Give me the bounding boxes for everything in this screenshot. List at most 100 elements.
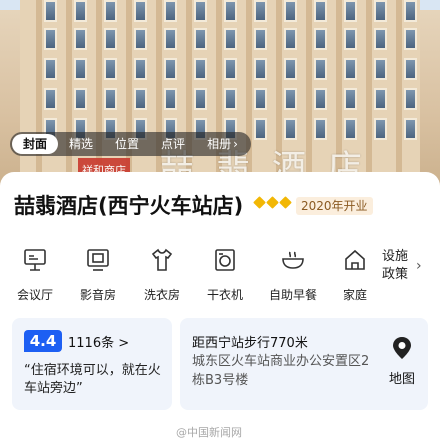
facade-column	[36, 0, 42, 200]
window	[224, 58, 237, 80]
window	[344, 28, 357, 50]
window	[404, 88, 417, 110]
window	[194, 0, 207, 22]
window	[164, 0, 177, 22]
window	[284, 28, 297, 50]
window	[344, 88, 357, 110]
window	[374, 88, 387, 110]
window	[74, 58, 87, 80]
window	[374, 118, 387, 140]
chevron-right-icon[interactable]: ›	[416, 258, 422, 274]
window	[104, 88, 117, 110]
window	[284, 0, 297, 22]
window	[314, 0, 327, 22]
map-label: 地图	[388, 372, 415, 387]
window	[134, 58, 147, 80]
amenity-label: 洗衣房	[143, 288, 180, 302]
amenity-label: 自助早餐	[268, 288, 317, 302]
window	[44, 58, 57, 80]
map-button[interactable]: 地图	[384, 336, 420, 387]
window	[164, 58, 177, 80]
amenity-laundry[interactable]: 洗衣房	[135, 242, 189, 303]
window	[314, 58, 327, 80]
tab-cover[interactable]: 封面	[12, 134, 59, 154]
family-home-icon	[328, 242, 382, 278]
window	[254, 28, 267, 50]
map-pin-icon	[393, 337, 411, 359]
tab-featured[interactable]: 精选	[58, 134, 104, 154]
dryer-icon	[198, 242, 252, 278]
amenity-media-room[interactable]: 影音房	[71, 242, 125, 303]
diamond-rating	[253, 196, 292, 209]
window	[374, 0, 387, 22]
laundry-room-icon	[135, 242, 189, 278]
diamond-icon	[253, 196, 266, 209]
window	[254, 88, 267, 110]
window	[284, 118, 297, 140]
window	[344, 0, 357, 22]
window	[254, 0, 267, 22]
window	[404, 28, 417, 50]
facility-policy-link[interactable]: 设施 政策	[382, 248, 408, 284]
hotel-name: 喆翡酒店(西宁火车站店)	[14, 194, 244, 218]
window	[344, 58, 357, 80]
hotel-info-card: 喆翡酒店(西宁火车站店) 2020年开业 会议厅 影音房 洗衣房 干衣机 自助早…	[0, 172, 440, 440]
window	[44, 88, 57, 110]
chevron-right-icon: ›	[233, 137, 238, 151]
amenity-breakfast[interactable]: 自助早餐	[266, 242, 320, 303]
hotel-cover-photo[interactable]: 喆翡酒店 祥和商店	[0, 0, 440, 200]
photo-category-tabs: 封面 精选 位置 点评 相册 ›	[10, 132, 251, 156]
window	[104, 0, 117, 22]
breakfast-icon	[266, 242, 320, 278]
review-quote: “住宿环境可以，就在火车站旁边”	[24, 363, 161, 396]
window	[224, 28, 237, 50]
tab-album[interactable]: 相册 ›	[196, 134, 249, 154]
window	[284, 88, 297, 110]
amenities-row[interactable]: 会议厅 影音房 洗衣房 干衣机 自助早餐 家庭 设施 政策 ›	[0, 242, 440, 312]
location-summary[interactable]: 距西宁站步行770米 城东区火车站商业办公安置区2栋B3号楼 地图	[180, 318, 428, 410]
amenity-label: 干衣机	[206, 288, 243, 302]
tab-album-label: 相册	[207, 137, 232, 151]
amenity-meeting-room[interactable]: 会议厅	[8, 242, 62, 303]
window	[374, 58, 387, 80]
window	[254, 118, 267, 140]
hotel-address: 城东区火车站商业办公安置区2栋B3号楼	[192, 354, 370, 388]
review-summary[interactable]: 4.4 1116条 > “住宿环境可以，就在火车站旁边”	[12, 318, 172, 410]
window	[134, 28, 147, 50]
window	[194, 88, 207, 110]
tab-reviews[interactable]: 点评	[150, 134, 196, 154]
amenity-family[interactable]: 家庭	[328, 242, 382, 303]
window	[44, 0, 57, 22]
window	[74, 0, 87, 22]
window	[104, 58, 117, 80]
window	[344, 118, 357, 140]
review-count-link[interactable]: 1116条 >	[68, 332, 129, 351]
tab-location[interactable]: 位置	[104, 134, 150, 154]
window	[404, 118, 417, 140]
window	[134, 0, 147, 22]
review-score: 4.4	[24, 330, 62, 352]
diamond-icon	[266, 196, 279, 209]
amenity-label: 家庭	[342, 288, 367, 302]
window	[44, 28, 57, 50]
window	[104, 28, 117, 50]
window	[194, 58, 207, 80]
opening-year-badge: 2020年开业	[296, 197, 373, 215]
media-room-icon	[71, 242, 125, 278]
window	[134, 88, 147, 110]
window	[314, 88, 327, 110]
window	[314, 118, 327, 140]
policy-line-1: 设施	[382, 249, 409, 264]
amenity-dryer[interactable]: 干衣机	[198, 242, 252, 303]
facade-column	[66, 0, 72, 200]
diamond-icon	[279, 196, 292, 209]
window	[374, 28, 387, 50]
window	[254, 58, 267, 80]
window	[194, 28, 207, 50]
window	[404, 58, 417, 80]
window	[224, 0, 237, 22]
amenity-label: 会议厅	[16, 288, 53, 302]
policy-line-2: 政策	[382, 267, 409, 282]
window	[164, 88, 177, 110]
facade-column	[396, 0, 402, 200]
